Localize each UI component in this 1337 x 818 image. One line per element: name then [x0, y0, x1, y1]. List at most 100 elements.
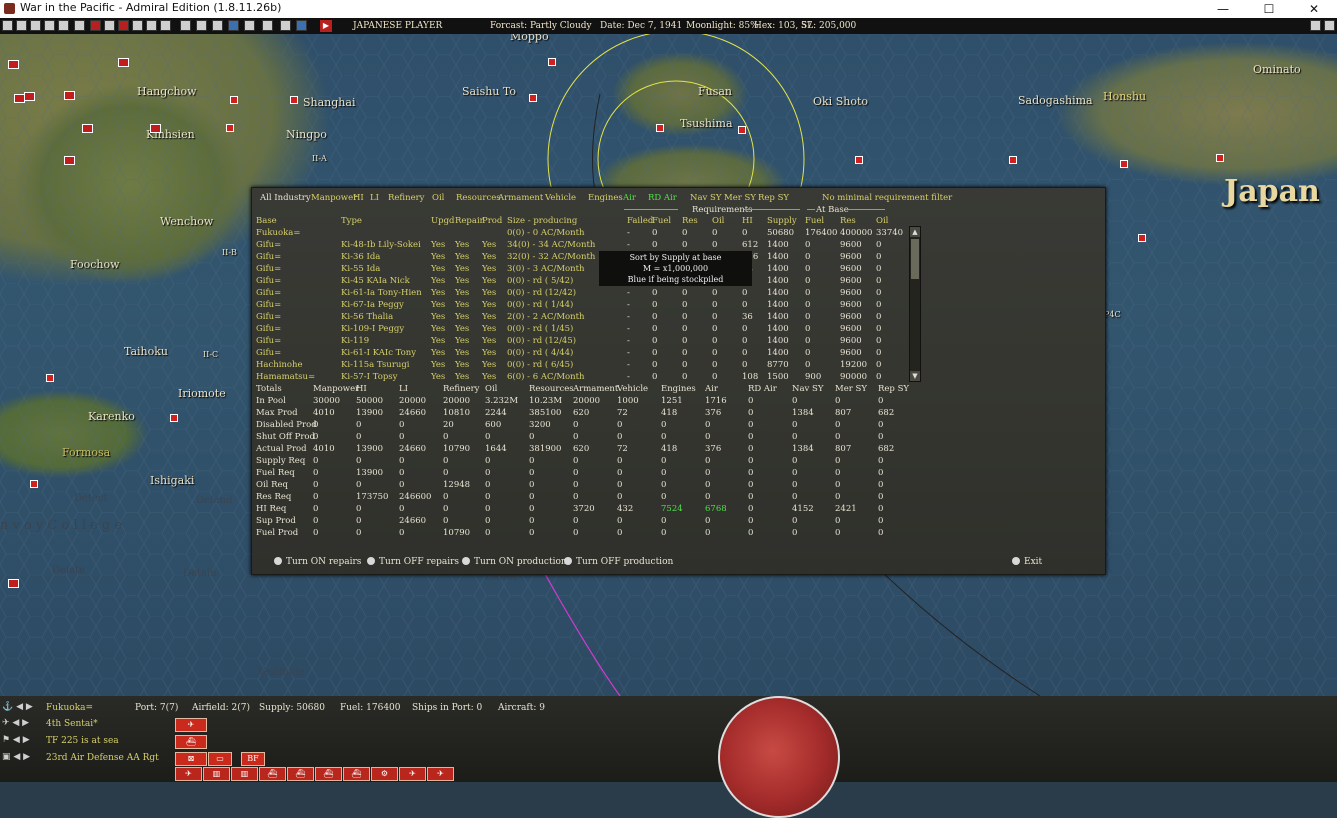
- toolbar-button[interactable]: [262, 20, 273, 31]
- toolbar-button[interactable]: [74, 20, 85, 31]
- unit-task-force[interactable]: TF 225 is at sea: [46, 736, 119, 746]
- hq-unit-badge-icon[interactable]: ▭: [208, 752, 232, 766]
- toolbar-button[interactable]: [58, 20, 69, 31]
- toolbar-button[interactable]: [1310, 20, 1321, 31]
- end-turn-play-icon[interactable]: ▶: [320, 20, 332, 32]
- toolbar-button[interactable]: [90, 20, 101, 31]
- base-marker-icon[interactable]: [226, 124, 234, 132]
- filter-no-minimal[interactable]: No minimal requirement filter: [822, 192, 952, 204]
- toolbar-button[interactable]: [280, 20, 291, 31]
- maximize-button[interactable]: ☐: [1246, 0, 1292, 18]
- nav-arrows[interactable]: ⚑ ◀ ▶: [2, 735, 30, 745]
- filter-all-industry[interactable]: All Industry: [260, 192, 311, 204]
- table-row-base[interactable]: Gifu=: [256, 347, 281, 359]
- turn-on-repairs-button[interactable]: Turn ON repairs: [274, 557, 361, 567]
- toolbar-button[interactable]: [118, 20, 129, 31]
- aircraft-icon[interactable]: ✈: [427, 767, 454, 781]
- column-header[interactable]: Upgd: [431, 215, 455, 227]
- toolbar-button[interactable]: [160, 20, 171, 31]
- table-row-base[interactable]: Hamamatsu=: [256, 371, 315, 383]
- base-marker-icon[interactable]: [1009, 156, 1017, 164]
- base-marker-icon[interactable]: [30, 480, 38, 488]
- toolbar-button[interactable]: [180, 20, 191, 31]
- column-header[interactable]: Repair: [455, 215, 484, 227]
- filter-nav-sy[interactable]: Nav SY: [690, 192, 721, 204]
- column-header[interactable]: Oil: [876, 215, 888, 227]
- toolbar-button[interactable]: [104, 20, 115, 31]
- air-unit-badge-icon[interactable]: ✈: [175, 718, 207, 732]
- base-marker-icon[interactable]: [738, 126, 746, 134]
- factory-icon[interactable]: ▥: [231, 767, 258, 781]
- toolbar-button[interactable]: [296, 20, 307, 31]
- filter-rd-air[interactable]: RD Air: [648, 192, 677, 204]
- ship-icon[interactable]: ⛴: [315, 767, 342, 781]
- base-marker-icon[interactable]: [46, 374, 54, 382]
- toolbar-button[interactable]: [44, 20, 55, 31]
- table-row-base[interactable]: Gifu=: [256, 275, 281, 287]
- filter-resources[interactable]: Resources: [456, 192, 501, 204]
- filter-li[interactable]: LI: [370, 192, 379, 204]
- column-header[interactable]: HI: [742, 215, 753, 227]
- unit-ground[interactable]: 23rd Air Defense AA Rgt: [46, 753, 159, 763]
- filter-vehicle[interactable]: Vehicle: [545, 192, 576, 204]
- ship-icon[interactable]: ⛴: [287, 767, 314, 781]
- toolbar-button[interactable]: [30, 20, 41, 31]
- toolbar-button[interactable]: [1324, 20, 1335, 31]
- table-row-base[interactable]: Gifu=: [256, 239, 281, 251]
- table-row-base[interactable]: Hachinohe: [256, 359, 303, 371]
- column-header[interactable]: Res: [682, 215, 698, 227]
- base-marker-icon[interactable]: [1120, 160, 1128, 168]
- toolbar-button[interactable]: [2, 20, 13, 31]
- unit-air-group[interactable]: 4th Sentai*: [46, 719, 98, 729]
- column-header[interactable]: Fuel: [652, 215, 671, 227]
- table-row-base[interactable]: Gifu=: [256, 311, 281, 323]
- base-marker-icon[interactable]: [1216, 154, 1224, 162]
- column-header[interactable]: Prod: [482, 215, 502, 227]
- close-button[interactable]: ✕: [1291, 0, 1337, 18]
- filter-refinery[interactable]: Refinery: [388, 192, 424, 204]
- column-header[interactable]: Type: [341, 215, 362, 227]
- base-marker-icon[interactable]: [548, 58, 556, 66]
- toolbar-button[interactable]: [132, 20, 143, 31]
- ground-unit-badge-icon[interactable]: ⊠: [175, 752, 207, 766]
- scroll-down-icon[interactable]: ▼: [910, 371, 920, 381]
- base-marker-icon[interactable]: [1138, 234, 1146, 242]
- base-marker-icon[interactable]: [656, 124, 664, 132]
- factory-icon[interactable]: ▥: [203, 767, 230, 781]
- toolbar-button[interactable]: [16, 20, 27, 31]
- column-header[interactable]: Res: [840, 215, 856, 227]
- table-row-base[interactable]: Gifu=: [256, 251, 281, 263]
- scroll-up-icon[interactable]: ▲: [910, 227, 920, 237]
- toolbar-button[interactable]: [146, 20, 157, 31]
- turn-off-repairs-button[interactable]: Turn OFF repairs: [367, 557, 459, 567]
- filter-engines[interactable]: Engines: [588, 192, 623, 204]
- filter-manpower[interactable]: Manpower: [311, 192, 357, 204]
- base-marker-icon[interactable]: [529, 94, 537, 102]
- minimize-button[interactable]: —: [1200, 0, 1246, 18]
- nav-arrows[interactable]: ✈ ◀ ▶: [2, 718, 29, 728]
- table-row-base[interactable]: Fukuoka=: [256, 227, 300, 239]
- aircraft-icon[interactable]: ✈: [399, 767, 426, 781]
- filter-hi[interactable]: HI: [353, 192, 364, 204]
- ship-icon[interactable]: ⛴: [259, 767, 286, 781]
- column-header[interactable]: Size - producing: [507, 215, 577, 227]
- ship-unit-badge-icon[interactable]: ⛴: [175, 735, 207, 749]
- turn-on-production-button[interactable]: Turn ON production: [462, 557, 567, 567]
- toolbar-button[interactable]: [196, 20, 207, 31]
- filter-mer-sy[interactable]: Mer SY: [724, 192, 756, 204]
- exit-button[interactable]: Exit: [1012, 557, 1042, 567]
- table-row-base[interactable]: Gifu=: [256, 263, 281, 275]
- compass-dial-icon[interactable]: [718, 696, 840, 818]
- table-row-base[interactable]: Gifu=: [256, 299, 281, 311]
- turn-off-production-button[interactable]: Turn OFF production: [564, 557, 673, 567]
- toolbar-button[interactable]: [244, 20, 255, 31]
- bf-unit-badge[interactable]: BF: [241, 752, 265, 766]
- gear-icon[interactable]: ⚙: [371, 767, 398, 781]
- table-row-base[interactable]: Gifu=: [256, 287, 281, 299]
- column-header[interactable]: Fuel: [805, 215, 824, 227]
- table-row-base[interactable]: Gifu=: [256, 323, 281, 335]
- scroll-thumb[interactable]: [911, 239, 919, 279]
- toolbar-button[interactable]: [212, 20, 223, 31]
- filter-armament[interactable]: Armament: [498, 192, 543, 204]
- column-header[interactable]: Supply: [767, 215, 797, 227]
